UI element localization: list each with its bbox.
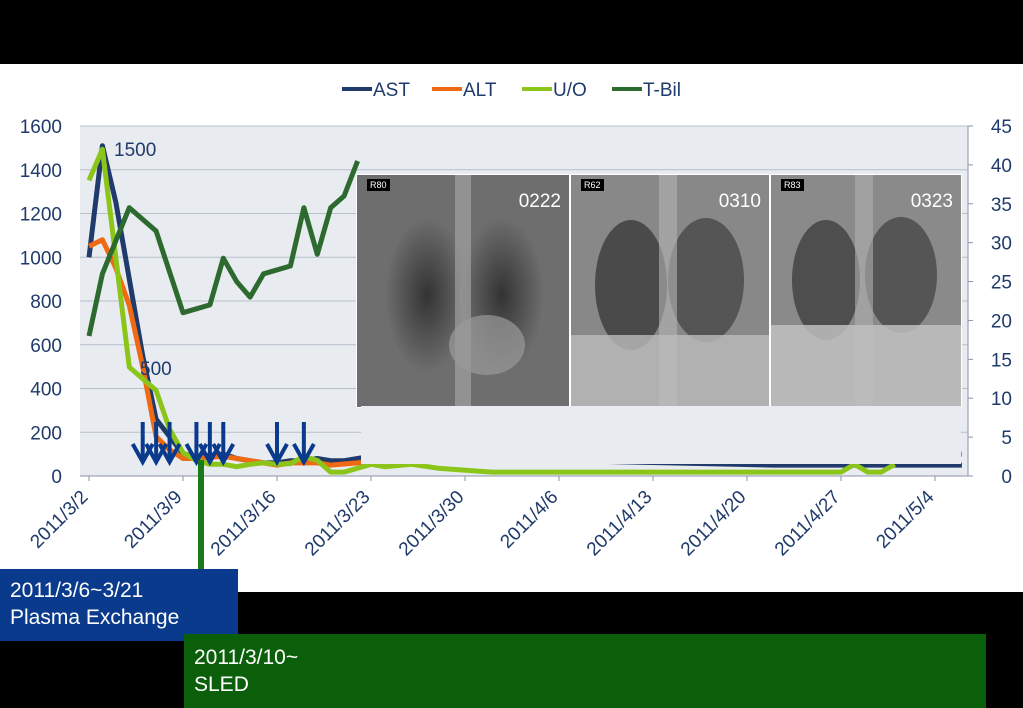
sled-label: SLED [194, 673, 249, 696]
plasma-exchange-label: Plasma Exchange [10, 606, 180, 629]
y-left-tick-label: 200 [30, 423, 62, 444]
legend-label: AST [373, 80, 410, 101]
xray-label-2: 0310 [718, 191, 761, 212]
xray-image-2: R62 0310 [570, 174, 770, 408]
xray-marker-2: R62 [581, 179, 604, 191]
y-left-tick-label: 800 [30, 292, 62, 313]
xray-image-1: R80 0222 [356, 174, 570, 408]
sled-box: 2011/3/10~ SLED [184, 634, 986, 708]
y-right-tick-label: 0 [1001, 467, 1012, 488]
plasma-exchange-dates: 2011/3/6~3/21 [10, 579, 144, 602]
xray-lower-band [361, 406, 961, 464]
y-left-tick-label: 600 [30, 336, 62, 357]
xray-marker-1: R80 [367, 179, 390, 191]
x-tick-label: 2011/3/9 [120, 487, 186, 553]
y-right-tick-label: 15 [991, 350, 1012, 371]
annotation-label: 500 [140, 359, 172, 380]
y-left-tick-label: 1400 [20, 161, 62, 182]
y-right-tick-label: 20 [991, 311, 1012, 332]
x-tick-label: 2011/4/20 [677, 487, 751, 561]
y-right-tick-label: 40 [991, 156, 1012, 177]
legend-label: ALT [463, 80, 497, 101]
xray-label-1: 0222 [518, 191, 561, 212]
y-right-tick-label: 25 [991, 273, 1012, 294]
sled-dates: 2011/3/10~ [194, 646, 299, 669]
plasma-exchange-box: 2011/3/6~3/21 Plasma Exchange [0, 569, 238, 641]
x-tick-label: 2011/3/2 [26, 487, 92, 553]
xray-label-3: 0323 [910, 191, 953, 212]
y-left-tick-label: 0 [51, 467, 62, 488]
x-tick-label: 2011/4/27 [771, 487, 845, 561]
y-right-tick-label: 5 [1001, 428, 1012, 449]
x-tick-label: 2011/3/30 [395, 487, 469, 561]
y-left-tick-label: 400 [30, 380, 62, 401]
xray-image-3: R83 0323 [770, 174, 962, 408]
y-left-tick-label: 1200 [20, 205, 62, 226]
x-tick-label: 2011/4/6 [496, 487, 562, 553]
annotation-label: 1500 [114, 140, 156, 161]
y-left-tick-label: 1000 [20, 248, 62, 269]
x-tick-label: 2011/3/23 [301, 487, 375, 561]
y-right-tick-label: 35 [991, 195, 1012, 216]
legend-label: T-Bil [643, 80, 681, 101]
y-right-tick-label: 45 [991, 117, 1012, 138]
x-tick-label: 2011/5/4 [872, 486, 938, 552]
y-right-tick-label: 10 [991, 389, 1012, 410]
xray-marker-3: R83 [781, 179, 804, 191]
x-tick-label: 2011/3/16 [207, 487, 281, 561]
y-left-tick-label: 1600 [20, 117, 62, 138]
x-tick-label: 2011/4/13 [583, 487, 657, 561]
legend-label: U/O [553, 80, 587, 101]
slide: 0 200 400 600 800 1000 1200 1400 1600 0 5 10 15 20 25 3… [0, 0, 1023, 708]
y-right-tick-label: 30 [991, 234, 1012, 255]
